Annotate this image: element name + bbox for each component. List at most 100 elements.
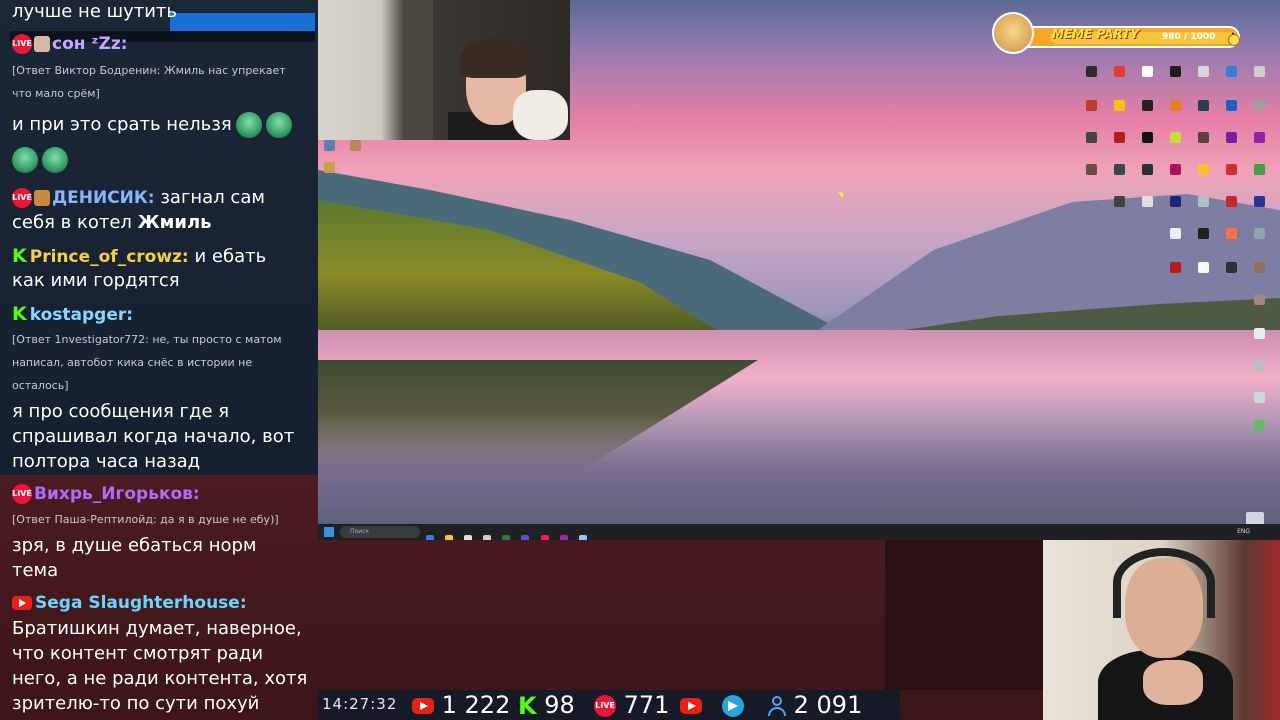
- chat-username[interactable]: Вихрь_Игорьков:: [34, 484, 200, 504]
- desktop-icon[interactable]: [1170, 132, 1181, 143]
- chat-username[interactable]: ДЕНИСИК:: [52, 188, 155, 208]
- desktop-icon[interactable]: [1226, 100, 1237, 111]
- chat-message-header: Kkostapger:: [12, 302, 133, 327]
- webcam-person-hair: [460, 38, 528, 78]
- user-avatar-icon: [34, 36, 50, 52]
- desktop-icon[interactable]: [1254, 328, 1265, 339]
- chat-message-text: я про сообщения где я: [12, 401, 230, 422]
- desktop-icon[interactable]: [1226, 164, 1237, 175]
- taskbar-app-icon[interactable]: [521, 535, 530, 540]
- live-badge-icon: LIVE: [12, 188, 32, 208]
- desktop-icon[interactable]: [1226, 262, 1237, 273]
- taskbar-search-input[interactable]: Поиск: [340, 526, 420, 538]
- desktop-icon[interactable]: [1114, 164, 1125, 175]
- chat-message-header: LIVE сон ᶻZz:: [12, 32, 128, 56]
- chat-username[interactable]: Sega Slaughterhouse:: [35, 593, 247, 613]
- desktop-icon[interactable]: [1198, 196, 1209, 207]
- kick-icon: K: [518, 692, 537, 720]
- desktop-icon[interactable]: [1198, 262, 1209, 273]
- desktop-icon[interactable]: [1086, 132, 1097, 143]
- windows-start-icon[interactable]: [324, 527, 334, 537]
- chat-username[interactable]: kostapger:: [30, 305, 133, 325]
- desktop-icon[interactable]: [1254, 420, 1265, 431]
- desktop-icon[interactable]: [1254, 164, 1265, 175]
- chat-username[interactable]: Prince_of_crowz:: [30, 247, 189, 267]
- taskbar-app-icon[interactable]: [426, 535, 434, 540]
- desktop-icon[interactable]: [1086, 100, 1097, 111]
- chat-message-text: лучше не шутить: [12, 1, 178, 22]
- meme-party-label: MEME PARTY: [1052, 27, 1140, 41]
- stream-stats-bar: 14:27:32 1 222 K 98 LIVE 771 2 091: [318, 690, 900, 720]
- desktop-icon[interactable]: [1254, 262, 1265, 273]
- desktop-icon[interactable]: [1254, 196, 1265, 207]
- desktop-icon[interactable]: [1226, 66, 1237, 77]
- desktop-icon[interactable]: [1142, 100, 1153, 111]
- desktop-icon[interactable]: [1086, 164, 1097, 175]
- chat-username[interactable]: сон ᶻZz:: [52, 34, 128, 54]
- desktop-icon[interactable]: [1114, 196, 1125, 207]
- desktop-icon[interactable]: [1170, 100, 1181, 111]
- desktop-icon[interactable]: [1198, 164, 1209, 175]
- telegram-icon[interactable]: [722, 695, 744, 717]
- chat-message-body: и ебать: [194, 246, 267, 267]
- frog-emote-icon: [12, 147, 38, 173]
- desktop-icon[interactable]: [1142, 132, 1153, 143]
- desktop-icon[interactable]: [1170, 66, 1181, 77]
- taskbar-app-icon[interactable]: [502, 535, 511, 540]
- chat-message-body: и при это срать нельзя: [12, 114, 232, 135]
- desktop-icon[interactable]: [1086, 66, 1097, 77]
- chat-message-body: себя в котел: [12, 212, 138, 233]
- desktop-icon[interactable]: [1254, 66, 1265, 77]
- taskbar-app-icon[interactable]: [540, 535, 549, 540]
- desktop-icon[interactable]: [1254, 294, 1265, 305]
- desktop-icon[interactable]: [1170, 228, 1181, 239]
- chat-reply-quote: [Ответ 1nvestigator772: не, ты просто с …: [12, 333, 282, 346]
- desktop-icon[interactable]: [1142, 164, 1153, 175]
- chat-message-text: зрителю-то по сути похуй: [12, 693, 260, 714]
- taskbar-app-icon[interactable]: [578, 535, 587, 540]
- desktop-icon[interactable]: [1198, 100, 1209, 111]
- desktop-icon[interactable]: [1114, 132, 1125, 143]
- telegram-link[interactable]: [722, 691, 744, 719]
- webcam-person-hands: [1143, 660, 1203, 705]
- desktop-icon[interactable]: [1254, 228, 1265, 239]
- chat-message-emotes: [10, 147, 68, 173]
- desktop-icon[interactable]: [1254, 360, 1265, 371]
- desktop-icon[interactable]: [1114, 100, 1125, 111]
- chat-message-text: и при это срать нельзя: [12, 112, 292, 138]
- taskbar-app-icon[interactable]: [483, 535, 492, 540]
- taskbar-app-icon[interactable]: [464, 535, 473, 540]
- desktop-icon[interactable]: [1226, 228, 1237, 239]
- desktop-icon[interactable]: [1198, 228, 1209, 239]
- system-tray[interactable]: ENG: [1237, 528, 1250, 535]
- desktop-icon[interactable]: [1254, 100, 1265, 111]
- desktop-icon-left-2[interactable]: [350, 140, 361, 151]
- desktop-icon[interactable]: [1170, 164, 1181, 175]
- chat-message-text: него, а не ради контента, хотя: [12, 668, 308, 689]
- chat-panel: лучше не шутить LIVE сон ᶻZz: [Ответ Викт…: [0, 0, 318, 720]
- live-badge-icon: LIVE: [594, 695, 616, 717]
- youtube-link[interactable]: [680, 691, 702, 719]
- desktop-icon[interactable]: [1254, 132, 1265, 143]
- desktop-icon[interactable]: [1142, 196, 1153, 207]
- desktop-icon[interactable]: [1254, 392, 1265, 403]
- meme-party-widget: MEME PARTY 980 / 1000: [992, 12, 1247, 54]
- streamer-webcam-bottom: [1043, 540, 1280, 720]
- desktop-icon[interactable]: [1142, 66, 1153, 77]
- desktop-icon[interactable]: [1114, 66, 1125, 77]
- desktop-icon[interactable]: [1226, 132, 1237, 143]
- chat-message-text: себя в котел Жмиль: [12, 211, 212, 235]
- live-badge-icon: LIVE: [12, 34, 32, 54]
- youtube-icon[interactable]: [680, 698, 702, 714]
- desktop-icon-left-3[interactable]: [324, 162, 335, 173]
- desktop-icon[interactable]: [1198, 66, 1209, 77]
- chat-mention: Жмиль: [137, 212, 212, 233]
- folder-icon[interactable]: [445, 535, 454, 540]
- total-viewers: 2 091: [768, 691, 862, 719]
- desktop-icon[interactable]: [1226, 196, 1237, 207]
- taskbar-app-icon[interactable]: [559, 535, 568, 540]
- desktop-icon[interactable]: [1170, 196, 1181, 207]
- desktop-icon-left-1[interactable]: [324, 140, 335, 151]
- desktop-icon[interactable]: [1170, 262, 1181, 273]
- desktop-icon[interactable]: [1198, 132, 1209, 143]
